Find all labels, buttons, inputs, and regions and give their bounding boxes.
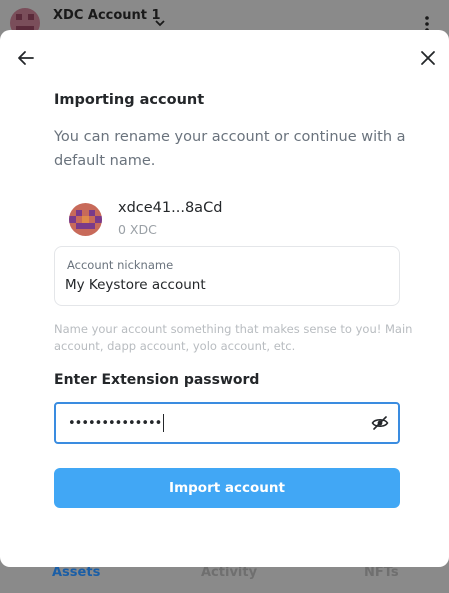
modal-description: You can rename your account or continue … — [54, 129, 406, 169]
import-account-modal: Importing account You can rename your ac… — [0, 30, 449, 567]
close-button[interactable] — [416, 46, 440, 70]
tab-activity[interactable]: Activity — [201, 565, 257, 580]
account-address: xdce41...8aCd — [118, 200, 223, 216]
eye-slash-icon[interactable] — [371, 414, 389, 432]
account-summary: xdce41...8aCd 0 XDC — [69, 200, 369, 240]
account-identicon — [69, 203, 102, 236]
close-icon — [421, 51, 435, 65]
password-masked-value: •••••••••••••• — [68, 415, 162, 431]
account-balance: 0 XDC — [118, 222, 157, 237]
chevron-down-icon[interactable] — [154, 14, 166, 28]
text-caret — [163, 414, 165, 432]
back-arrow-icon — [18, 51, 34, 65]
nickname-field[interactable]: Account nickname — [54, 246, 400, 306]
tab-nfts[interactable]: NFTs — [364, 565, 399, 580]
back-button[interactable] — [14, 46, 38, 70]
password-input[interactable]: •••••••••••••• — [68, 413, 165, 433]
tab-assets[interactable]: Assets — [52, 565, 100, 580]
password-field[interactable]: •••••••••••••• — [54, 402, 400, 444]
password-label: Enter Extension password — [54, 372, 260, 388]
nickname-label: Account nickname — [67, 258, 174, 272]
import-account-button[interactable]: Import account — [54, 468, 400, 508]
account-title[interactable]: XDC Account 1 — [53, 8, 161, 23]
nickname-hint: Name your account something that makes s… — [54, 322, 413, 353]
modal-title: Importing account — [54, 92, 205, 108]
nickname-input[interactable] — [65, 274, 385, 296]
